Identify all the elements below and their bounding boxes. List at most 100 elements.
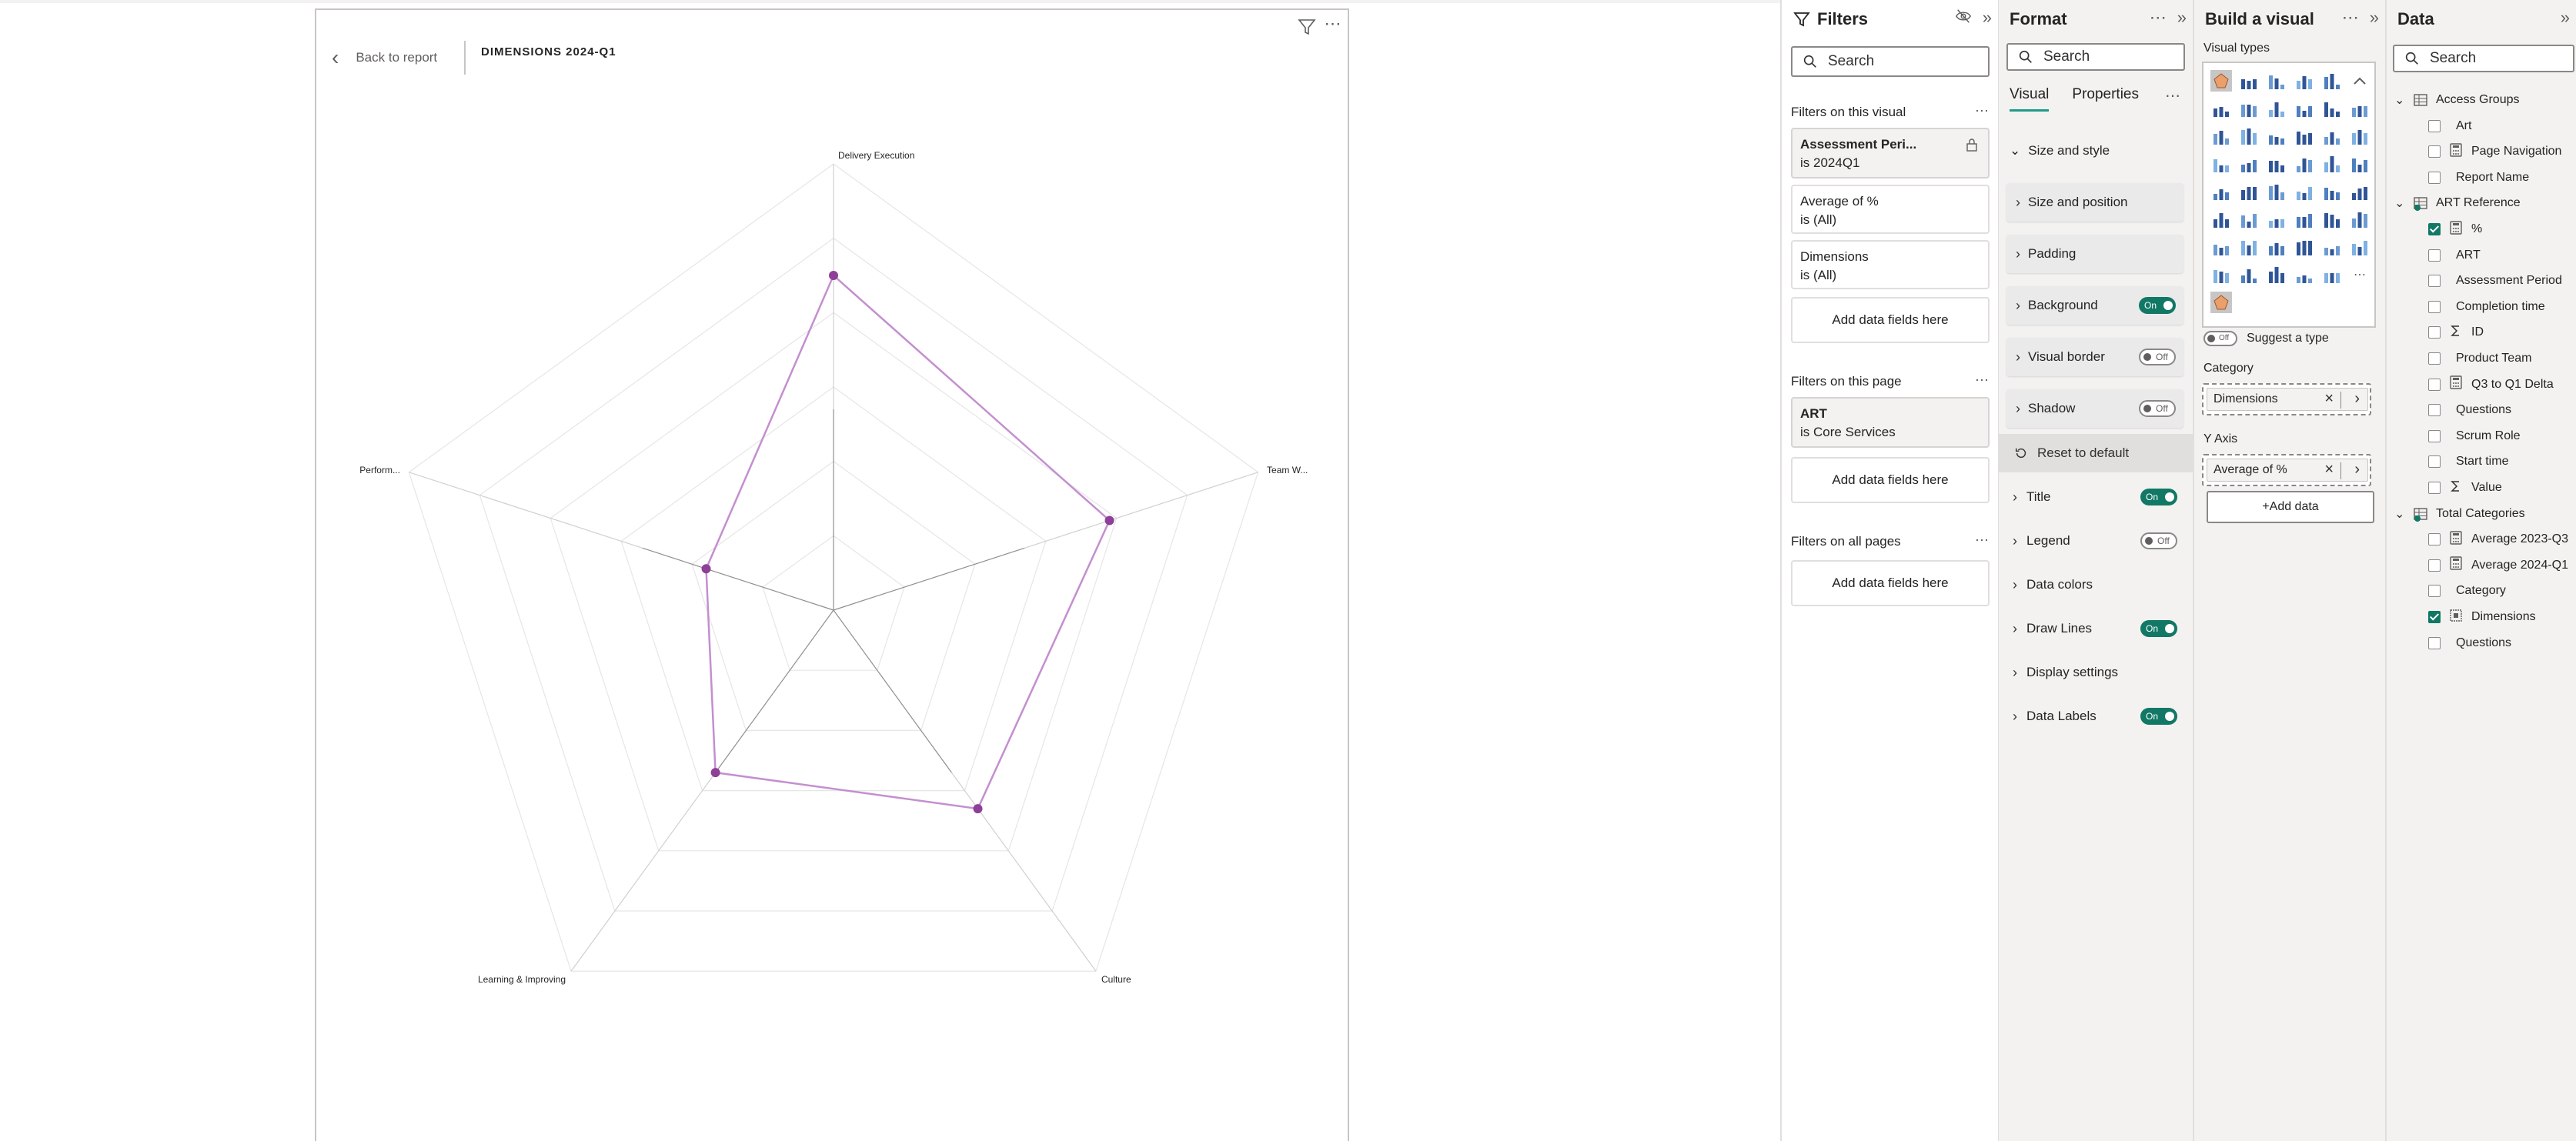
tab-properties[interactable]: Properties: [2072, 86, 2139, 112]
add-data-fields-page[interactable]: Add data fields here: [1791, 457, 1990, 503]
more-options-icon[interactable]: ⋯: [2342, 8, 2359, 28]
visual-type-icon[interactable]: ⋯: [2348, 263, 2371, 286]
visual-type-icon[interactable]: [2320, 263, 2344, 286]
card-shadow[interactable]: › Shadow Off: [2006, 389, 2183, 428]
field-item[interactable]: Questions: [2428, 632, 2511, 654]
visual-type-icon[interactable]: [2237, 125, 2260, 148]
visual-type-icon[interactable]: [2237, 97, 2260, 120]
collapse-pane-icon[interactable]: »: [1983, 8, 1992, 28]
field-item[interactable]: Scrum Role: [2428, 425, 2521, 447]
format-search-input[interactable]: Search: [2006, 43, 2185, 71]
table-node[interactable]: ⌄ Access Groups: [2394, 89, 2519, 111]
visual-type-icon[interactable]: [2210, 235, 2233, 259]
visual-type-icon[interactable]: [2265, 263, 2288, 286]
table-node[interactable]: ⌄ Total Categories: [2394, 503, 2525, 525]
section-legend[interactable]: › Legend Off: [2006, 522, 2185, 560]
field-item[interactable]: Page Navigation: [2428, 141, 2561, 162]
category-well[interactable]: Dimensions × ›: [2202, 383, 2371, 415]
filter-card-average-of-percent[interactable]: Average of % is (All): [1791, 185, 1990, 234]
chevron-right-icon[interactable]: ›: [2354, 390, 2360, 408]
more-options-icon[interactable]: ⋯: [1975, 532, 1989, 549]
field-item[interactable]: ID: [2428, 322, 2484, 343]
card-padding[interactable]: › Padding: [2006, 235, 2183, 273]
field-checkbox[interactable]: [2428, 119, 2441, 132]
visual-type-icon[interactable]: [2293, 69, 2316, 92]
visual-type-icon[interactable]: [2237, 69, 2260, 92]
field-checkbox[interactable]: [2428, 378, 2441, 391]
field-checkbox[interactable]: [2428, 636, 2441, 649]
visual-type-icon[interactable]: [2237, 263, 2260, 286]
table-node[interactable]: ⌄ ART Reference: [2394, 192, 2521, 214]
field-item[interactable]: Dimensions: [2428, 606, 2536, 628]
field-item[interactable]: Art: [2428, 115, 2471, 137]
field-checkbox[interactable]: [2428, 171, 2441, 184]
add-data-fields-all-pages[interactable]: Add data fields here: [1791, 560, 1990, 606]
field-checkbox[interactable]: [2428, 404, 2441, 417]
visual-type-icon[interactable]: [2210, 263, 2233, 286]
visual-type-icon[interactable]: [2265, 125, 2288, 148]
size-and-style-header[interactable]: ⌄ Size and style: [2010, 143, 2110, 158]
background-toggle[interactable]: On: [2139, 297, 2176, 314]
visual-type-icon[interactable]: [2293, 97, 2316, 120]
field-item[interactable]: ART: [2428, 245, 2481, 266]
field-checkbox[interactable]: [2428, 482, 2441, 494]
visual-type-icon[interactable]: [2320, 69, 2344, 92]
title-toggle[interactable]: On: [2140, 489, 2177, 505]
legend-toggle[interactable]: Off: [2140, 532, 2177, 549]
visual-type-icon[interactable]: [2265, 180, 2288, 203]
yaxis-well[interactable]: Average of % × ›: [2202, 454, 2371, 486]
data-search-input[interactable]: Search: [2393, 45, 2574, 72]
field-checkbox[interactable]: [2428, 455, 2441, 469]
hide-eye-icon[interactable]: [1955, 8, 1972, 25]
reset-to-default-button[interactable]: Reset to default: [1999, 434, 2193, 472]
visual-type-icon[interactable]: [2210, 180, 2233, 203]
filter-card-assessment-period[interactable]: Assessment Peri... is 2024Q1: [1791, 128, 1990, 178]
visual-type-icon[interactable]: [2293, 152, 2316, 175]
visual-type-icon[interactable]: [2293, 263, 2316, 286]
visual-type-icon[interactable]: [2348, 97, 2371, 120]
visual-type-icon[interactable]: [2265, 69, 2288, 92]
field-item[interactable]: Q3 to Q1 Delta: [2428, 374, 2554, 395]
card-background[interactable]: › Background On: [2006, 286, 2183, 325]
visual-type-icon[interactable]: [2237, 208, 2260, 231]
data-labels-toggle[interactable]: On: [2140, 708, 2177, 725]
field-item[interactable]: %: [2428, 219, 2482, 240]
visual-type-icon[interactable]: [2320, 235, 2344, 259]
field-item[interactable]: Assessment Period: [2428, 270, 2562, 292]
visual-type-icon[interactable]: [2293, 125, 2316, 148]
visual-type-icon[interactable]: [2265, 152, 2288, 175]
field-checkbox[interactable]: [2428, 223, 2441, 235]
remove-field-icon[interactable]: ×: [2324, 461, 2334, 479]
visual-type-icon[interactable]: [2348, 208, 2371, 231]
focus-mode-visual[interactable]: ‹ Back to report DIMENSIONS 2024-Q1 ⋯ De…: [315, 8, 1349, 1141]
card-visual-border[interactable]: › Visual border Off: [2006, 338, 2183, 376]
visual-type-icon[interactable]: [2293, 235, 2316, 259]
more-options-icon[interactable]: ⋯: [2165, 86, 2180, 105]
field-checkbox[interactable]: [2428, 249, 2441, 262]
field-item[interactable]: Category: [2428, 580, 2506, 602]
visual-type-icon[interactable]: [2237, 180, 2260, 203]
visual-border-toggle[interactable]: Off: [2139, 349, 2176, 365]
field-item[interactable]: Report Name: [2428, 167, 2529, 188]
section-data-colors[interactable]: › Data colors: [2006, 565, 2185, 604]
visual-type-icon[interactable]: [2348, 235, 2371, 259]
visual-type-icon[interactable]: [2265, 97, 2288, 120]
card-size-and-position[interactable]: › Size and position: [2006, 183, 2183, 222]
visual-type-icon[interactable]: [2210, 125, 2233, 148]
field-checkbox[interactable]: [2428, 585, 2441, 598]
visual-type-icon[interactable]: [2348, 69, 2371, 92]
visual-type-icon[interactable]: [2348, 125, 2371, 148]
field-item[interactable]: Product Team: [2428, 348, 2531, 369]
yaxis-field-pill[interactable]: Average of % × ›: [2207, 459, 2368, 482]
visual-type-icon[interactable]: [2210, 97, 2233, 120]
field-checkbox[interactable]: [2428, 300, 2441, 313]
section-draw-lines[interactable]: › Draw Lines On: [2006, 609, 2185, 648]
chevron-right-icon[interactable]: ›: [2354, 461, 2360, 479]
field-checkbox[interactable]: [2428, 326, 2441, 339]
radar-visual-icon[interactable]: [2210, 291, 2233, 314]
visual-type-icon[interactable]: [2265, 235, 2288, 259]
suggest-type-toggle[interactable]: Off: [2203, 331, 2237, 346]
collapse-pane-icon[interactable]: »: [2177, 8, 2187, 28]
visual-type-icon[interactable]: [2237, 235, 2260, 259]
filter-card-art[interactable]: ART is Core Services: [1791, 397, 1990, 448]
